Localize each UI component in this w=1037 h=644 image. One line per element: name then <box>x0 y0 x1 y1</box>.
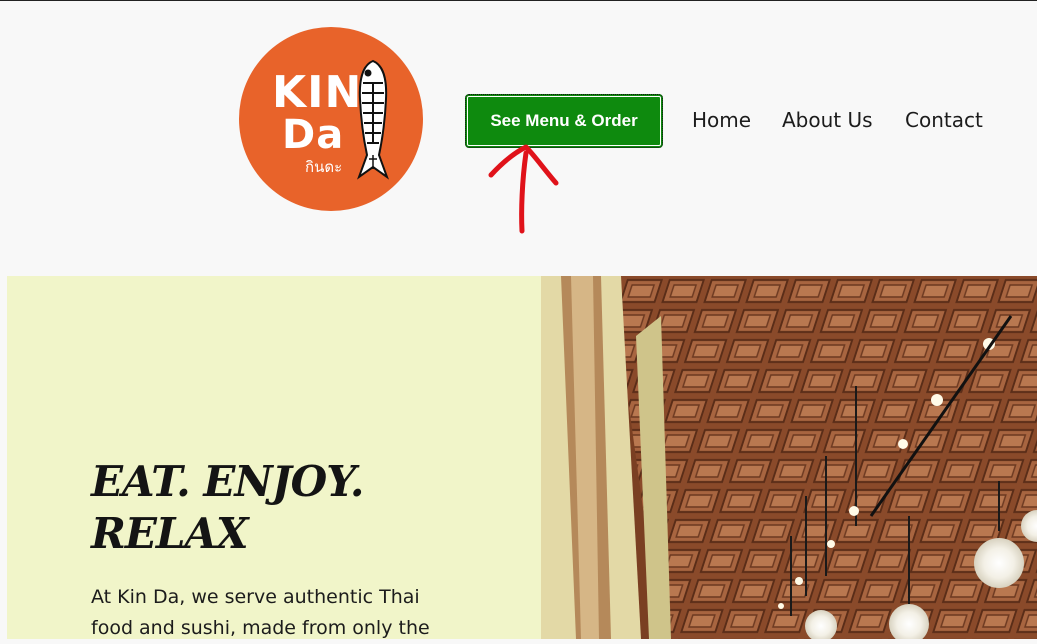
hero-headline: EAT. ENJOY. RELAX <box>91 456 491 560</box>
logo-text-kin: KIN <box>272 67 363 118</box>
site-header: KIN Da กินดะ See Menu & Order Home About… <box>0 1 1037 276</box>
hero-headline-line2: RELAX <box>91 509 249 558</box>
logo-text-thai: กินดะ <box>305 158 343 176</box>
nav-contact[interactable]: Contact <box>905 107 983 133</box>
restaurant-interior-image <box>541 276 1037 639</box>
hero-text-panel: EAT. ENJOY. RELAX At Kin Da, we serve au… <box>7 276 541 639</box>
hero-intro-text: At Kin Da, we serve authentic Thai food … <box>91 586 430 639</box>
kin-da-logo[interactable]: KIN Da กินดะ <box>239 27 423 211</box>
nav-home[interactable]: Home <box>692 107 751 133</box>
see-menu-order-button[interactable]: See Menu & Order <box>465 94 663 148</box>
red-arrow-icon <box>488 144 559 234</box>
logo-text-da: Da <box>282 112 345 158</box>
hero-headline-line1: EAT. ENJOY. <box>91 457 364 506</box>
nav-about-us[interactable]: About Us <box>782 107 873 133</box>
koi-fish-icon <box>357 59 389 180</box>
